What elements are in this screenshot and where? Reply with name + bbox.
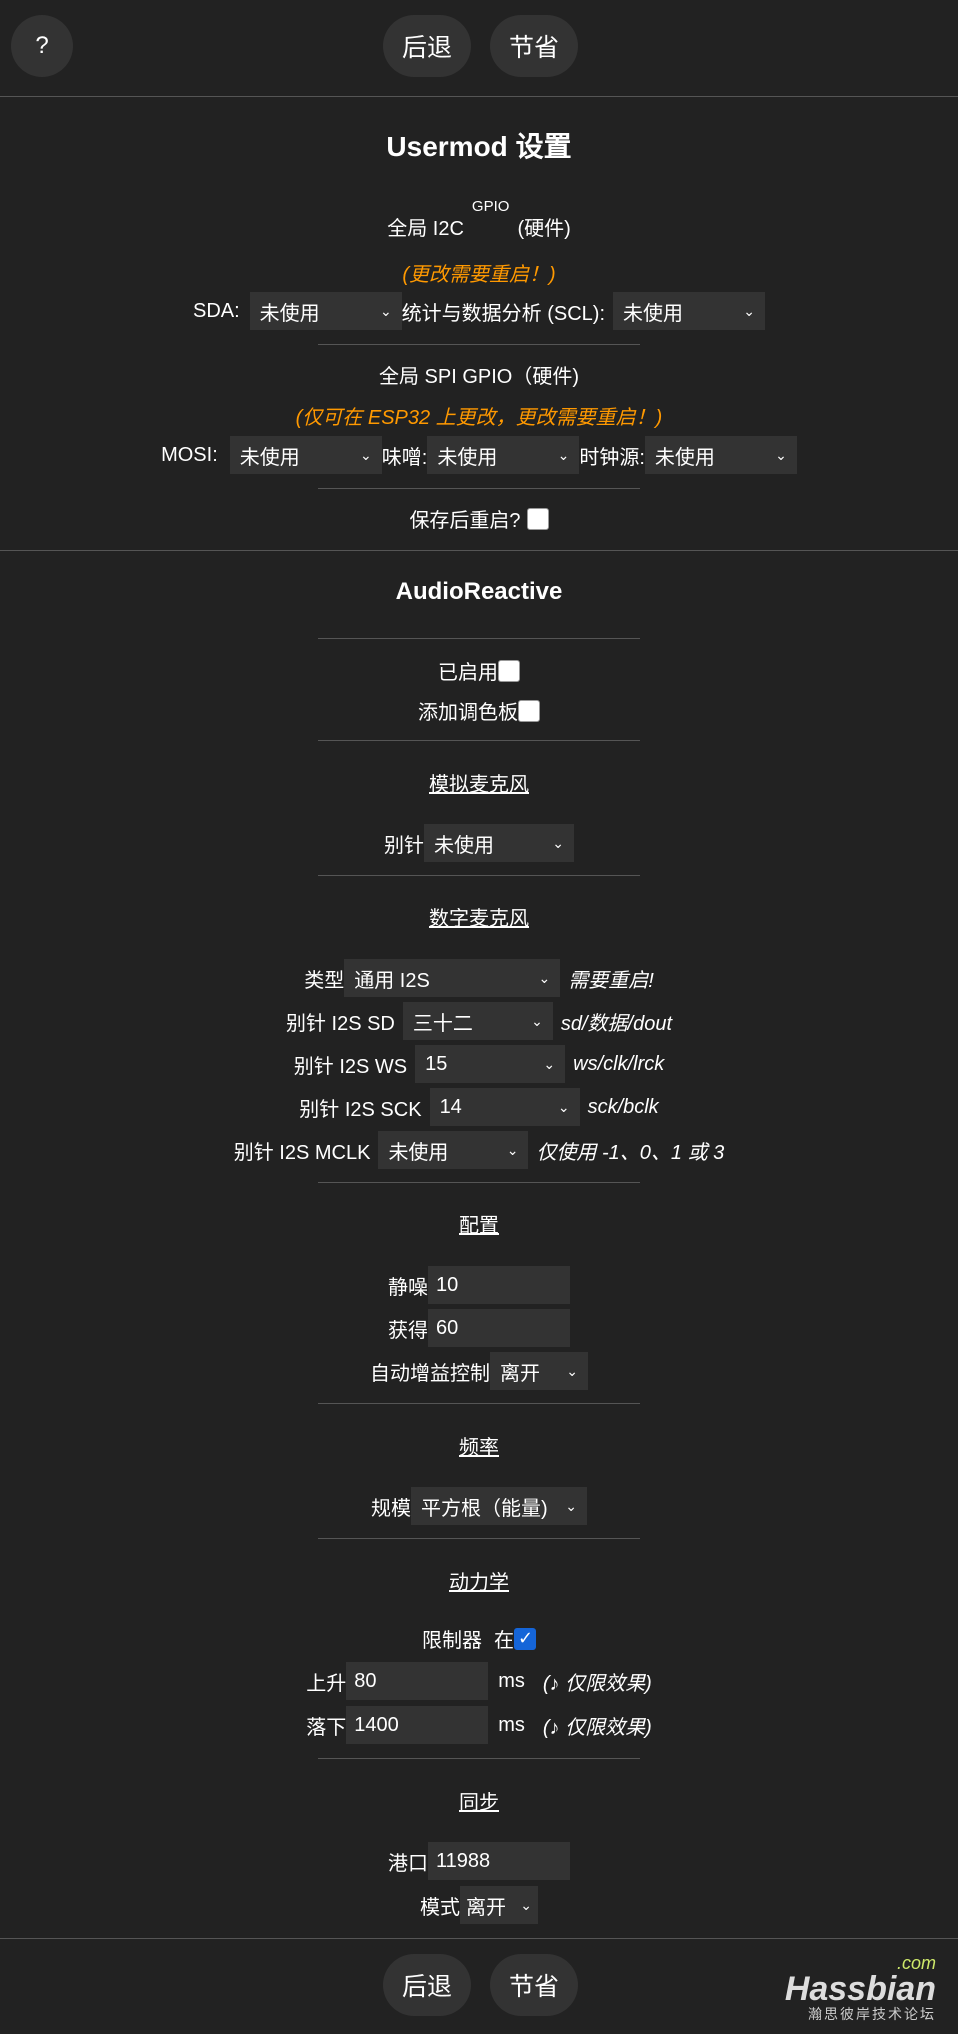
analog-pin-row: 别针 未使用 ⌄ xyxy=(0,824,958,862)
chevron-down-icon: ⌄ xyxy=(360,446,372,463)
agc-row: 自动增益控制 离开 ⌄ xyxy=(0,1352,958,1390)
spi-header: 全局 SPI GPIO（硬件) xyxy=(378,366,580,388)
save-button[interactable]: 节省 xyxy=(490,1954,578,2016)
chevron-down-icon: ⌄ xyxy=(565,1497,577,1514)
divider xyxy=(318,1403,640,1404)
analog-pin-select[interactable]: 未使用 ⌄ xyxy=(424,824,574,862)
limiter-checkbox[interactable] xyxy=(514,1627,536,1650)
divider xyxy=(318,1758,640,1759)
chevron-down-icon: ⌄ xyxy=(543,1055,556,1072)
chevron-down-icon: ⌄ xyxy=(566,1362,578,1379)
agc-select[interactable]: 离开 ⌄ xyxy=(490,1352,588,1390)
squelch-row: 静噪 10 xyxy=(0,1266,958,1304)
back-button[interactable]: 后退 xyxy=(383,15,471,77)
gain-row: 获得 60 xyxy=(0,1309,958,1347)
spi-warning: (仅可在 ESP32 上更改，更改需要重启！) xyxy=(295,407,663,429)
chevron-down-icon: ⌄ xyxy=(520,1896,532,1913)
palette-row: 添加调色板 xyxy=(0,696,958,725)
sda-select[interactable]: 未使用 ⌄ xyxy=(249,292,402,330)
scl-select[interactable]: 未使用 ⌄ xyxy=(613,292,766,330)
type-row: 类型 通用 I2S ⌄ 需要重启! xyxy=(0,959,958,997)
rise-input[interactable]: 80 xyxy=(346,1662,489,1700)
frequency-heading: 频率 xyxy=(459,1437,499,1459)
type-select[interactable]: 通用 I2S ⌄ xyxy=(344,959,561,997)
chevron-down-icon: ⌄ xyxy=(557,446,570,463)
sck-row: 别针 I2S SCK 14 ⌄ sck/bclk xyxy=(0,1088,958,1126)
watermark-logo: .com Hassbian 瀚思彼岸技术论坛 xyxy=(784,1953,936,2022)
mode-row: 模式 离开 ⌄ xyxy=(0,1886,958,1924)
page-title: Usermod 设置 xyxy=(386,131,572,162)
i2c-pins-row: SDA: 未使用 ⌄ 统计与数据分析 (SCL): 未使用 ⌄ xyxy=(0,292,958,330)
analog-mic-heading: 模拟麦克风 xyxy=(429,774,529,796)
dynamics-heading: 动力学 xyxy=(449,1572,509,1594)
divider xyxy=(318,1538,640,1539)
chevron-down-icon: ⌄ xyxy=(775,446,787,463)
enabled-checkbox[interactable] xyxy=(498,659,520,682)
sck-pin-select[interactable]: 14 ⌄ xyxy=(429,1088,580,1126)
mclk-row: 别针 I2S MCLK 未使用 ⌄ 仅使用 -1、0、1 或 3 xyxy=(0,1131,958,1169)
top-nav: ? 后退 节省 xyxy=(0,0,958,97)
reboot-row: 保存后重启? xyxy=(0,504,958,533)
chevron-down-icon: ⌄ xyxy=(531,1012,543,1029)
miso-select[interactable]: 未使用 ⌄ xyxy=(427,436,580,474)
chevron-down-icon: ⌄ xyxy=(379,302,392,319)
i2c-header: 全局 I2C GPIO (硬件) xyxy=(387,198,571,240)
chevron-down-icon: ⌄ xyxy=(557,1098,570,1115)
help-button[interactable]: ? xyxy=(11,15,73,77)
limiter-row: 限制器 在 xyxy=(0,1624,958,1653)
scale-row: 规模 平方根（能量) ⌄ xyxy=(0,1487,958,1525)
chevron-down-icon: ⌄ xyxy=(743,302,756,319)
fall-input[interactable]: 1400 xyxy=(346,1706,489,1744)
palette-checkbox[interactable] xyxy=(518,699,540,722)
ws-row: 别针 I2S WS 15 ⌄ ws/clk/lrck xyxy=(0,1045,958,1083)
sync-heading: 同步 xyxy=(459,1792,499,1814)
divider xyxy=(318,875,640,876)
save-button[interactable]: 节省 xyxy=(490,15,578,77)
mclk-pin-select[interactable]: 未使用 ⌄ xyxy=(378,1131,529,1169)
back-button[interactable]: 后退 xyxy=(383,1954,471,2016)
enabled-row: 已启用 xyxy=(0,656,958,685)
divider xyxy=(318,740,640,741)
gain-input[interactable]: 60 xyxy=(428,1309,570,1347)
chevron-down-icon: ⌄ xyxy=(538,969,551,986)
divider xyxy=(318,488,640,489)
scale-select[interactable]: 平方根（能量) ⌄ xyxy=(411,1487,587,1525)
mosi-select[interactable]: 未使用 ⌄ xyxy=(229,436,382,474)
port-row: 港口 11988 xyxy=(0,1842,958,1880)
divider xyxy=(318,1182,640,1183)
fall-row: 落下 1400 ms (♪ 仅限效果) xyxy=(0,1706,958,1744)
sd-row: 别针 I2S SD 三十二 ⌄ sd/数据/dout xyxy=(0,1002,958,1040)
port-input[interactable]: 11988 xyxy=(428,1842,570,1880)
chevron-down-icon: ⌄ xyxy=(552,834,564,851)
divider xyxy=(318,344,640,345)
config-heading: 配置 xyxy=(459,1215,499,1237)
spi-pins-row: MOSI: 未使用 ⌄ 味噌: 未使用 ⌄ 时钟源: 未使用 ⌄ xyxy=(0,436,958,474)
bottom-nav: 后退 节省 .com Hassbian 瀚思彼岸技术论坛 xyxy=(0,1938,958,2034)
mode-select[interactable]: 离开 ⌄ xyxy=(460,1886,538,1924)
reboot-checkbox[interactable] xyxy=(526,507,549,530)
clk-select[interactable]: 未使用 ⌄ xyxy=(644,436,797,474)
squelch-input[interactable]: 10 xyxy=(428,1266,570,1304)
audio-title: AudioReactive xyxy=(395,578,563,605)
sd-pin-select[interactable]: 三十二 ⌄ xyxy=(402,1002,553,1040)
rise-row: 上升 80 ms (♪ 仅限效果) xyxy=(0,1662,958,1700)
chevron-down-icon: ⌄ xyxy=(506,1141,519,1158)
divider xyxy=(318,638,640,639)
ws-pin-select[interactable]: 15 ⌄ xyxy=(415,1045,566,1083)
section-divider xyxy=(0,550,958,551)
i2c-warning: (更改需要重启！) xyxy=(402,264,556,286)
digital-mic-heading: 数字麦克风 xyxy=(429,908,529,930)
